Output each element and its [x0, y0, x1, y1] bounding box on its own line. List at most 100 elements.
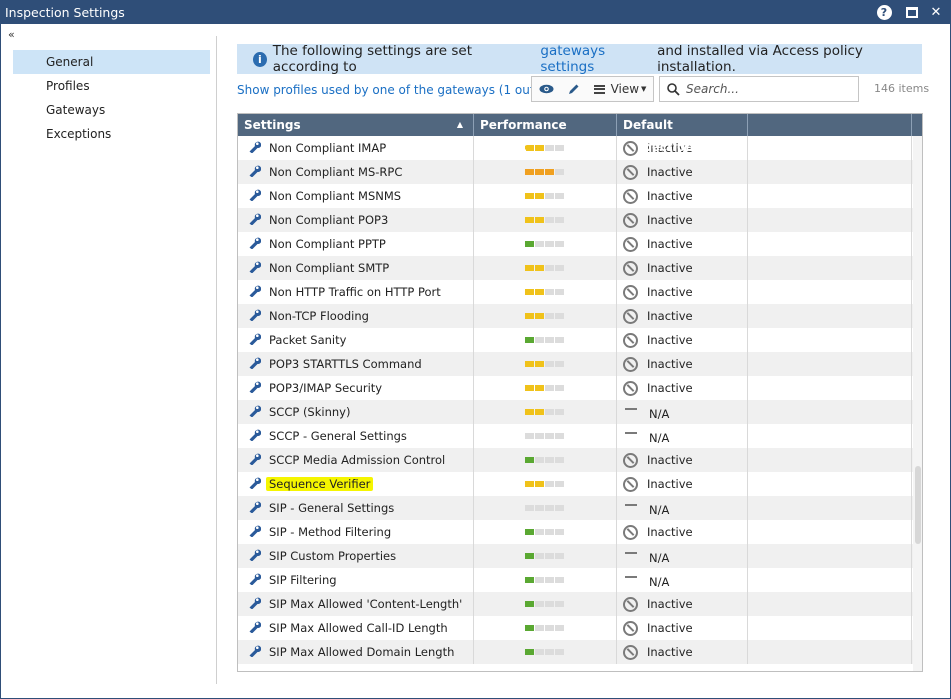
performance-impact-cell: [474, 400, 617, 424]
empty-cell: [748, 472, 912, 496]
search-input[interactable]: [686, 82, 851, 96]
show-profiles-link[interactable]: Show profiles used by one of the gateway…: [237, 83, 566, 97]
empty-cell: [748, 544, 912, 568]
empty-cell: [748, 616, 912, 640]
inactive-icon: [623, 308, 638, 324]
sidebar-item-exceptions[interactable]: Exceptions: [13, 122, 210, 146]
empty-cell: [748, 184, 912, 208]
edit-icon: [569, 84, 579, 94]
maximize-button[interactable]: [903, 3, 921, 21]
setting-name: SCCP (Skinny): [269, 405, 351, 419]
table-row[interactable]: Sequence Verifier Inactive: [238, 472, 922, 496]
setting-cell: SIP - Method Filtering: [238, 520, 474, 544]
inspection-status: Inactive: [647, 333, 693, 347]
setting-name: POP3 STARTTLS Command: [269, 357, 422, 371]
setting-cell: SCCP - General Settings: [238, 424, 474, 448]
table-row[interactable]: SIP Max Allowed 'Content-Length' Inactive: [238, 592, 922, 616]
setting-name: Non Compliant MS-RPC: [269, 165, 403, 179]
table-row[interactable]: Non Compliant SMTP Inactive: [238, 256, 922, 280]
edit-button[interactable]: [560, 77, 588, 101]
column-header-default-inspection[interactable]: Default Inspection: [617, 114, 748, 154]
impact-meter: [525, 433, 565, 439]
setting-cell: Non Compliant POP3: [238, 208, 474, 232]
table-row[interactable]: SIP - General Settings N/A: [238, 496, 922, 520]
setting-cell: Non Compliant PPTP: [238, 232, 474, 256]
inspection-status: N/A: [649, 431, 670, 445]
table-row[interactable]: Packet Sanity Inactive: [238, 328, 922, 352]
impact-meter: [525, 505, 565, 511]
inspection-status: Inactive: [647, 213, 693, 227]
table-row[interactable]: Non Compliant IMAP Inactive: [238, 136, 922, 160]
setting-cell: Non HTTP Traffic on HTTP Port: [238, 280, 474, 304]
setting-name: SIP - General Settings: [269, 501, 395, 515]
sidebar-item-gateways[interactable]: Gateways: [13, 98, 210, 122]
performance-impact-cell: [474, 640, 617, 664]
table-row[interactable]: Non HTTP Traffic on HTTP Port Inactive: [238, 280, 922, 304]
view-label: View: [610, 82, 640, 96]
table-row[interactable]: SCCP Media Admission Control Inactive: [238, 448, 922, 472]
empty-cell: [748, 448, 912, 472]
empty-cell: [748, 280, 912, 304]
inactive-icon: [623, 380, 638, 396]
setting-name: SCCP Media Admission Control: [269, 453, 446, 467]
wrench-icon: [245, 164, 263, 181]
setting-cell: POP3 STARTTLS Command: [238, 352, 474, 376]
table-row[interactable]: SIP Custom Properties N/A: [238, 544, 922, 568]
table-row[interactable]: SIP Max Allowed Call-ID Length Inactive: [238, 616, 922, 640]
inspection-status: N/A: [649, 503, 670, 517]
inactive-icon: [623, 356, 638, 372]
impact-meter: [525, 265, 565, 271]
wrench-icon: [245, 140, 263, 157]
table-row[interactable]: Non-TCP Flooding Inactive: [238, 304, 922, 328]
table-row[interactable]: Non Compliant MS-RPC Inactive: [238, 160, 922, 184]
performance-impact-cell: [474, 208, 617, 232]
inspection-status: Inactive: [647, 453, 693, 467]
wrench-icon: [245, 380, 263, 397]
table-row[interactable]: SCCP (Skinny) N/A: [238, 400, 922, 424]
performance-impact-cell: [474, 304, 617, 328]
inactive-icon: [623, 284, 638, 300]
sidebar-item-profiles[interactable]: Profiles: [13, 74, 210, 98]
table-row[interactable]: SIP Max Allowed Domain Length Inactive: [238, 640, 922, 664]
sort-ascending-icon: ▲: [456, 120, 463, 129]
setting-cell: Sequence Verifier: [238, 472, 474, 496]
empty-cell: [748, 640, 912, 664]
performance-impact-cell: [474, 352, 617, 376]
table-row[interactable]: POP3 STARTTLS Command Inactive: [238, 352, 922, 376]
table-row[interactable]: POP3/IMAP Security Inactive: [238, 376, 922, 400]
view-menu-button[interactable]: View ▼: [588, 77, 652, 101]
setting-name: Non Compliant POP3: [269, 213, 389, 227]
table-row[interactable]: Non Compliant POP3 Inactive: [238, 208, 922, 232]
vertical-scrollbar[interactable]: [913, 136, 922, 671]
table-row[interactable]: SIP Filtering N/A: [238, 568, 922, 592]
table-row[interactable]: Non Compliant PPTP Inactive: [238, 232, 922, 256]
column-header-performance-impact[interactable]: Performance Impact: [474, 114, 617, 154]
performance-impact-cell: [474, 280, 617, 304]
info-icon: i: [253, 51, 267, 67]
impact-meter: [525, 241, 565, 247]
default-inspection-cell: Inactive: [617, 640, 748, 664]
inactive-icon: [623, 476, 638, 492]
setting-cell: POP3/IMAP Security: [238, 376, 474, 400]
performance-impact-cell: [474, 376, 617, 400]
table-row[interactable]: Non Compliant MSNMS Inactive: [238, 184, 922, 208]
default-inspection-cell: Inactive: [617, 592, 748, 616]
empty-cell: [748, 592, 912, 616]
column-header-settings[interactable]: Settings ▲: [238, 114, 474, 136]
wrench-icon: [245, 188, 263, 205]
inspection-status: Inactive: [647, 189, 693, 203]
gateways-settings-link[interactable]: gateways settings: [540, 43, 653, 75]
impact-meter: [525, 337, 565, 343]
impact-meter: [525, 649, 565, 655]
banner-text-after: and installed via Access policy installa…: [657, 43, 863, 75]
view-details-button[interactable]: [532, 77, 560, 101]
scrollbar-thumb[interactable]: [915, 466, 921, 544]
collapse-sidebar-icon[interactable]: «: [8, 28, 15, 41]
inactive-icon: [623, 236, 638, 252]
help-button[interactable]: ?: [875, 3, 893, 21]
close-button[interactable]: ✕: [927, 3, 945, 21]
table-row[interactable]: SCCP - General Settings N/A: [238, 424, 922, 448]
sidebar-item-general[interactable]: General: [13, 50, 210, 74]
setting-name: Non Compliant MSNMS: [269, 189, 402, 203]
table-row[interactable]: SIP - Method Filtering Inactive: [238, 520, 922, 544]
